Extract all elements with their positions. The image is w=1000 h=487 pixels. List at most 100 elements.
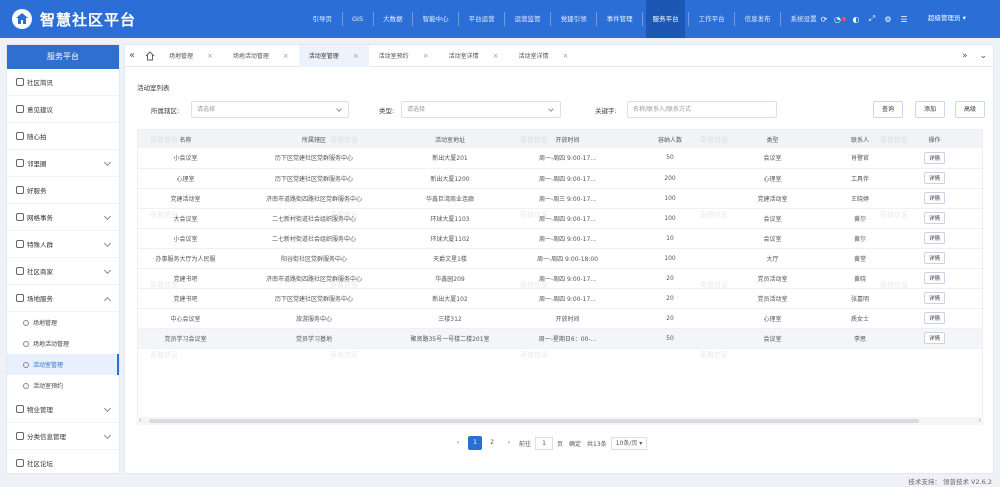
sidebar-item[interactable]: 网格事务 — [7, 204, 119, 231]
table-cell: 20 — [630, 308, 710, 329]
advanced-button[interactable]: 高级 — [955, 101, 985, 118]
sidebar-item[interactable]: 物业管理 — [7, 396, 119, 423]
detail-button[interactable]: 详情 — [923, 252, 945, 264]
tab-item[interactable]: 活动室详情 × — [439, 45, 509, 67]
table-cell: 新出大厦102 — [395, 288, 505, 309]
refresh-icon[interactable]: ⟳ — [816, 0, 832, 38]
sidebar-item[interactable]: 好服务 — [7, 177, 119, 204]
sidebar-item[interactable]: 邻里圈 — [7, 150, 119, 177]
next-page-icon[interactable]: › — [502, 436, 516, 450]
theme-icon[interactable]: ◐ — [848, 0, 864, 38]
close-icon[interactable]: × — [283, 52, 289, 60]
sidebar-item[interactable]: 社区简讯 — [7, 69, 119, 96]
sidebar-subitem[interactable]: 场地管理 — [7, 312, 119, 333]
tab-item[interactable]: 场地活动管理 × — [223, 45, 299, 67]
sidebar-item[interactable]: 场地服务 — [7, 285, 119, 312]
tab-label: 场地管理 — [169, 52, 194, 60]
table-cell: 黄尔 — [835, 208, 885, 229]
table-cell: 会议室 — [710, 208, 835, 229]
fullscreen-icon[interactable]: ⤢ — [864, 0, 880, 38]
sidebar-subitem[interactable]: 场地活动管理 — [7, 333, 119, 354]
horizontal-scrollbar[interactable]: ‹ › — [137, 417, 983, 425]
nav-item[interactable]: 大数据 — [377, 0, 410, 38]
tab-item[interactable]: 场地管理 × — [159, 45, 223, 67]
nav-item[interactable]: 智能中心 — [416, 0, 455, 38]
close-icon[interactable]: × — [423, 52, 429, 60]
area-select[interactable]: 请选择 — [191, 101, 349, 118]
detail-button[interactable]: 详情 — [923, 172, 945, 184]
keyword-input[interactable]: 名称/联系人/联系方式 — [627, 101, 777, 118]
sidebar-subitem[interactable]: 活动室管理 — [7, 354, 119, 375]
scrollbar-thumb[interactable] — [149, 419, 919, 423]
table-cell: 黄尔 — [835, 228, 885, 249]
goto-page-input[interactable]: 1 — [535, 436, 554, 450]
nav-item[interactable]: 服务平台 — [646, 0, 686, 38]
nav-item[interactable]: 引导页 — [306, 0, 339, 38]
prev-page-icon[interactable]: ‹ — [451, 436, 465, 450]
table-row: 小会议室 历下区党建社区党群服务中心 新出大厦201 周一-周四 9:00-17...… — [138, 148, 982, 169]
close-icon[interactable]: × — [207, 52, 213, 60]
detail-button[interactable]: 详情 — [923, 212, 945, 224]
sidebar-item[interactable]: 社区论坛 — [7, 450, 119, 477]
table-cell: 阳谷街社区党群服务中心 — [233, 248, 395, 269]
page-number[interactable]: 1 — [468, 436, 482, 450]
sidebar-subitem[interactable]: 活动室预约 — [7, 375, 119, 396]
table-cell: 济南市道路街四路社区党群服务中心 — [233, 268, 395, 289]
table-cell: 党员学习会议室 — [138, 328, 233, 349]
top-nav: 引导页 GIS 大数据 智能中心 平台运营 运营监管 党建引领 事件管理 服务平台 工作平台 信息发… — [306, 0, 823, 38]
nav-item[interactable]: 工作平台 — [692, 0, 731, 38]
tabs-scroll-right-icon[interactable]: » — [962, 51, 968, 61]
add-button[interactable]: 添加 — [915, 101, 945, 118]
detail-button[interactable]: 详情 — [923, 232, 945, 244]
nav-item[interactable]: 信息发布 — [738, 0, 777, 38]
sidebar-item[interactable]: 随心拍 — [7, 123, 119, 150]
flag-icon — [16, 132, 24, 140]
page-number[interactable]: 2 — [485, 436, 499, 450]
close-icon[interactable]: × — [493, 52, 499, 60]
nav-item[interactable]: 平台运营 — [462, 0, 501, 38]
goto-confirm-button[interactable]: 确定 — [569, 439, 581, 448]
table-cell: 党建书吧 — [138, 288, 233, 309]
sidebar-item[interactable]: 特殊人群 — [7, 231, 119, 258]
page-size-select[interactable]: 10条/页 ▾ — [610, 436, 648, 450]
area-label: 所属辖区: — [151, 107, 180, 115]
type-select[interactable]: 请选择 — [401, 101, 561, 118]
close-icon[interactable]: × — [562, 52, 568, 60]
sidebar-item[interactable]: 意见建议 — [7, 96, 119, 123]
detail-button[interactable]: 详情 — [923, 292, 945, 304]
logo-icon — [12, 9, 32, 29]
scroll-right-icon[interactable]: › — [979, 417, 981, 424]
sidebar-item-label: 特殊人群 — [27, 241, 53, 249]
nav-item[interactable]: 事件管理 — [600, 0, 639, 38]
notification-icon[interactable]: ◔ — [832, 0, 848, 38]
nav-item[interactable]: 运营监管 — [508, 0, 547, 38]
scroll-left-icon[interactable]: ‹ — [139, 417, 141, 424]
table-cell: 小会议室 — [138, 228, 233, 249]
detail-button[interactable]: 详情 — [923, 332, 945, 344]
home-icon[interactable] — [145, 50, 155, 61]
tab-item[interactable]: 活动室详情 × — [508, 45, 578, 67]
tabs-dropdown-icon[interactable]: ⌄ — [979, 51, 987, 61]
tab-item[interactable]: 活动室管理 × — [298, 44, 369, 67]
chevron-down-icon — [103, 239, 112, 248]
sidebar-item[interactable]: 社区商家 — [7, 258, 119, 285]
circle-icon — [23, 382, 29, 389]
sidebar-item[interactable]: 分类信息管理 — [7, 423, 119, 450]
table-cell: 环球大厦1103 — [395, 208, 505, 229]
column-header: 开放时间 — [505, 130, 630, 148]
settings-icon[interactable]: ⚙ — [880, 0, 896, 38]
nav-item[interactable]: 党建引领 — [554, 0, 593, 38]
tab-item[interactable]: 活动室预约 × — [369, 45, 439, 67]
menu-icon[interactable]: ☰ — [896, 0, 912, 38]
detail-button[interactable]: 详情 — [923, 151, 945, 164]
nav-separator — [372, 12, 374, 26]
close-icon[interactable]: × — [353, 52, 359, 60]
user-menu[interactable]: 超级管理员 ▾ — [928, 12, 966, 22]
detail-button[interactable]: 详情 — [923, 272, 945, 284]
nav-item[interactable]: GIS — [346, 0, 370, 38]
detail-button[interactable]: 详情 — [923, 192, 945, 204]
keyword-label: 关键字: — [595, 107, 617, 115]
search-button[interactable]: 查询 — [873, 101, 903, 118]
tabs-scroll-left-icon[interactable]: « — [125, 50, 139, 61]
detail-button[interactable]: 详情 — [923, 312, 945, 324]
